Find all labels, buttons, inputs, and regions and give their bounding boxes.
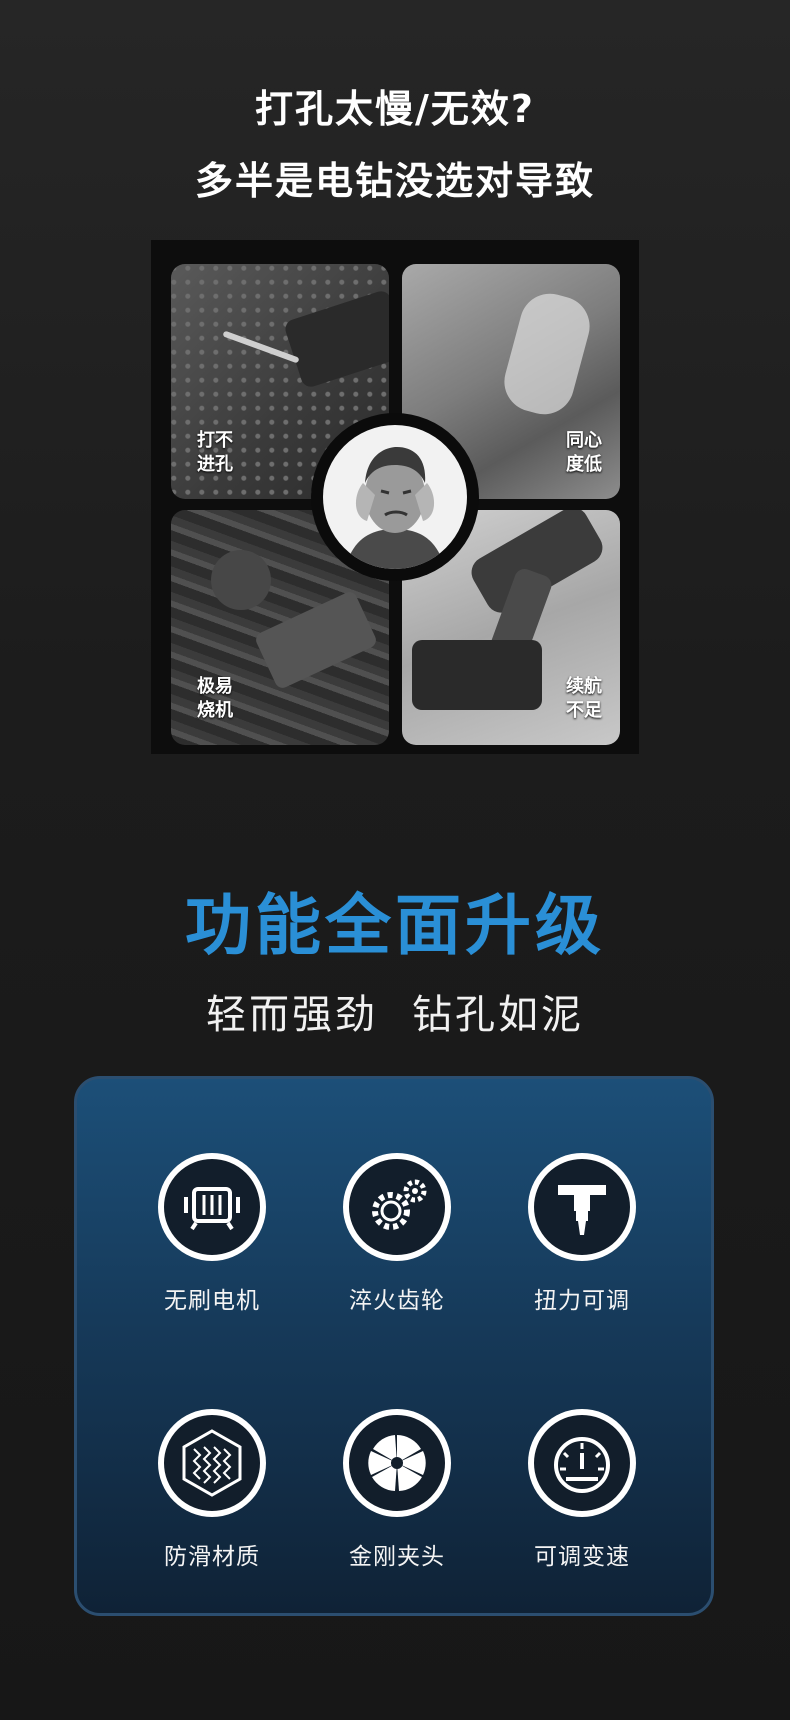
speedometer-icon bbox=[554, 1437, 610, 1493]
feature-anti-slip: 防滑材质 bbox=[112, 1409, 312, 1571]
brushless-motor-icon bbox=[184, 1187, 240, 1231]
upgrade-subtitle-a: 轻而强劲 bbox=[206, 992, 378, 1038]
feature-label: 防滑材质 bbox=[164, 1544, 260, 1570]
feature-label: 无刷电机 bbox=[164, 1288, 260, 1314]
torque-drill-icon bbox=[558, 1185, 606, 1235]
feature-variable-speed: 可调变速 bbox=[482, 1409, 682, 1571]
feature-brushless-motor: 无刷电机 bbox=[112, 1153, 312, 1315]
feature-label: 淬火齿轮 bbox=[349, 1288, 445, 1314]
feature-diamond-chuck: 金刚夹头 bbox=[297, 1409, 497, 1571]
panel-label: 极易 烧机 bbox=[197, 676, 233, 721]
feature-hardened-gears: 淬火齿轮 bbox=[297, 1153, 497, 1315]
upgrade-subtitle: 轻而强劲 钻孔如泥 bbox=[0, 982, 790, 1040]
upgrade-subtitle-b: 钻孔如泥 bbox=[412, 992, 584, 1038]
panel-label: 同心 度低 bbox=[566, 430, 602, 475]
headline-question: 打孔太慢/无效? bbox=[255, 87, 535, 131]
problem-collage: 打不 进孔 同心 度低 极易 烧机 续航 不足 bbox=[151, 240, 639, 754]
chuck-icon bbox=[368, 1435, 426, 1491]
feature-label: 金刚夹头 bbox=[349, 1544, 445, 1570]
feature-label: 扭力可调 bbox=[534, 1288, 630, 1314]
panel-label: 打不 进孔 bbox=[197, 430, 233, 475]
panel-label: 续航 不足 bbox=[566, 676, 602, 721]
anti-slip-texture-icon bbox=[182, 1429, 242, 1497]
feature-label: 可调变速 bbox=[534, 1544, 630, 1570]
headline-reason: 多半是电钻没选对导致 bbox=[194, 159, 595, 203]
upgrade-title: 功能全面升级 bbox=[185, 887, 605, 964]
features-card: 无刷电机 淬火齿轮 扭力可调 防滑材质 金刚夹头 可调变速 bbox=[74, 1076, 714, 1616]
feature-adjustable-torque: 扭力可调 bbox=[482, 1153, 682, 1315]
gears-icon bbox=[372, 1179, 427, 1230]
frustrated-man-portrait bbox=[311, 413, 479, 581]
